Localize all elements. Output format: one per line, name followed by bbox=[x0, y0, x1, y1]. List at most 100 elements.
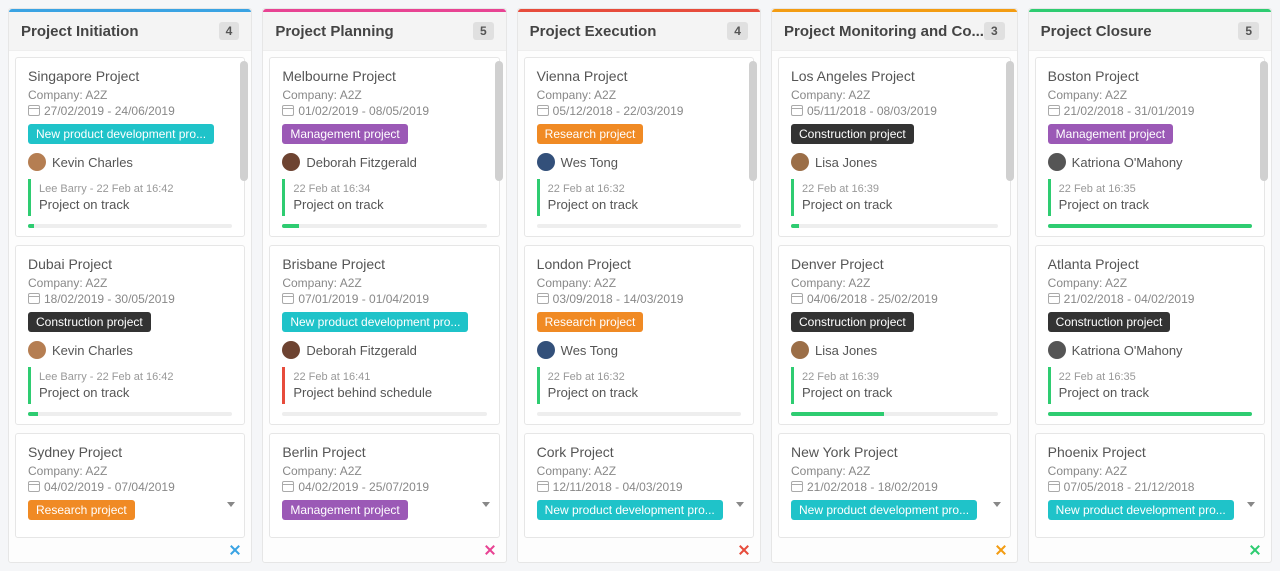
card-tag[interactable]: Management project bbox=[282, 124, 407, 144]
card-note: 22 Feb at 16:35Project on track bbox=[1048, 367, 1252, 404]
progress-fill bbox=[791, 224, 799, 228]
project-card[interactable]: Vienna ProjectCompany: A2Z05/12/2018 - 2… bbox=[524, 57, 754, 237]
scrollbar-thumb[interactable] bbox=[749, 61, 757, 181]
card-tag[interactable]: New product development pro... bbox=[282, 312, 468, 332]
card-owner[interactable]: Deborah Fitzgerald bbox=[282, 341, 486, 359]
project-card[interactable]: Boston ProjectCompany: A2Z21/02/2018 - 3… bbox=[1035, 57, 1265, 237]
project-card[interactable]: Denver ProjectCompany: A2Z04/06/2018 - 2… bbox=[778, 245, 1011, 425]
scrollbar-thumb[interactable] bbox=[240, 61, 248, 181]
card-tag[interactable]: New product development pro... bbox=[28, 124, 214, 144]
project-card[interactable]: Los Angeles ProjectCompany: A2Z05/11/201… bbox=[778, 57, 1011, 237]
calendar-icon bbox=[282, 481, 294, 492]
expand-icon[interactable] bbox=[735, 542, 752, 559]
expand-icon[interactable] bbox=[481, 542, 498, 559]
card-title: Singapore Project bbox=[28, 68, 232, 84]
scrollbar[interactable] bbox=[495, 61, 503, 512]
card-company: Company: A2Z bbox=[791, 276, 998, 290]
scrollbar[interactable] bbox=[1260, 61, 1268, 512]
card-owner[interactable]: Wes Tong bbox=[537, 153, 741, 171]
card-tag[interactable]: New product development pro... bbox=[537, 500, 723, 520]
scrollbar[interactable] bbox=[1006, 61, 1014, 512]
kanban-board: Project Initiation4Singapore ProjectComp… bbox=[8, 8, 1272, 563]
card-company: Company: A2Z bbox=[28, 464, 232, 478]
scrollbar-thumb[interactable] bbox=[1260, 61, 1268, 181]
column-header[interactable]: Project Closure5 bbox=[1029, 12, 1271, 51]
project-card[interactable]: Sydney ProjectCompany: A2Z04/02/2019 - 0… bbox=[15, 433, 245, 538]
card-owner[interactable]: Kevin Charles bbox=[28, 153, 232, 171]
column-header[interactable]: Project Initiation4 bbox=[9, 12, 251, 51]
card-tag[interactable]: Management project bbox=[282, 500, 407, 520]
progress-bar bbox=[282, 412, 486, 416]
column-header[interactable]: Project Planning5 bbox=[263, 12, 505, 51]
project-card[interactable]: Dubai ProjectCompany: A2Z18/02/2019 - 30… bbox=[15, 245, 245, 425]
owner-name: Deborah Fitzgerald bbox=[306, 155, 417, 170]
project-card[interactable]: Atlanta ProjectCompany: A2Z21/02/2018 - … bbox=[1035, 245, 1265, 425]
card-note: 22 Feb at 16:41Project behind schedule bbox=[282, 367, 486, 404]
card-tag[interactable]: Research project bbox=[537, 124, 644, 144]
calendar-icon bbox=[537, 481, 549, 492]
card-tag[interactable]: Construction project bbox=[791, 124, 914, 144]
card-owner[interactable]: Lisa Jones bbox=[791, 341, 998, 359]
scrollbar[interactable] bbox=[240, 61, 248, 512]
scrollbar-thumb[interactable] bbox=[1006, 61, 1014, 181]
note-meta: 22 Feb at 16:39 bbox=[802, 183, 990, 195]
owner-name: Lisa Jones bbox=[815, 155, 877, 170]
progress-bar bbox=[282, 224, 486, 228]
chevron-down-icon[interactable] bbox=[1247, 502, 1255, 507]
card-title: London Project bbox=[537, 256, 741, 272]
avatar bbox=[791, 341, 809, 359]
project-card[interactable]: New York ProjectCompany: A2Z21/02/2018 -… bbox=[778, 433, 1011, 538]
chevron-down-icon[interactable] bbox=[736, 502, 744, 507]
expand-icon[interactable] bbox=[992, 542, 1009, 559]
card-title: Atlanta Project bbox=[1048, 256, 1252, 272]
card-tag[interactable]: Research project bbox=[28, 500, 135, 520]
column-footer bbox=[1249, 544, 1261, 556]
chevron-down-icon[interactable] bbox=[227, 502, 235, 507]
owner-name: Kevin Charles bbox=[52, 155, 133, 170]
note-text: Project on track bbox=[1059, 197, 1244, 212]
card-tag[interactable]: Construction project bbox=[28, 312, 151, 332]
card-tag[interactable]: Construction project bbox=[1048, 312, 1171, 332]
project-card[interactable]: Berlin ProjectCompany: A2Z04/02/2019 - 2… bbox=[269, 433, 499, 538]
card-company: Company: A2Z bbox=[537, 88, 741, 102]
progress-fill bbox=[1048, 224, 1252, 228]
progress-bar bbox=[537, 412, 741, 416]
card-owner[interactable]: Katriona O'Mahony bbox=[1048, 153, 1252, 171]
card-title: Dubai Project bbox=[28, 256, 232, 272]
project-card[interactable]: London ProjectCompany: A2Z03/09/2018 - 1… bbox=[524, 245, 754, 425]
card-owner[interactable]: Lisa Jones bbox=[791, 153, 998, 171]
expand-icon[interactable] bbox=[227, 542, 244, 559]
project-card[interactable]: Cork ProjectCompany: A2Z12/11/2018 - 04/… bbox=[524, 433, 754, 538]
expand-icon[interactable] bbox=[1247, 542, 1264, 559]
project-card[interactable]: Brisbane ProjectCompany: A2Z07/01/2019 -… bbox=[269, 245, 499, 425]
kanban-column: Project Initiation4Singapore ProjectComp… bbox=[8, 8, 252, 563]
chevron-down-icon[interactable] bbox=[993, 502, 1001, 507]
chevron-down-icon[interactable] bbox=[482, 502, 490, 507]
scrollbar[interactable] bbox=[749, 61, 757, 512]
note-meta: 22 Feb at 16:32 bbox=[548, 183, 733, 195]
card-date-range: 05/11/2018 - 08/03/2019 bbox=[791, 104, 998, 118]
project-card[interactable]: Singapore ProjectCompany: A2Z27/02/2019 … bbox=[15, 57, 245, 237]
card-tag[interactable]: New product development pro... bbox=[1048, 500, 1234, 520]
card-owner[interactable]: Deborah Fitzgerald bbox=[282, 153, 486, 171]
card-tag[interactable]: New product development pro... bbox=[791, 500, 977, 520]
card-tag[interactable]: Construction project bbox=[791, 312, 914, 332]
project-card[interactable]: Melbourne ProjectCompany: A2Z01/02/2019 … bbox=[269, 57, 499, 237]
column-header[interactable]: Project Execution4 bbox=[518, 12, 760, 51]
card-title: Denver Project bbox=[791, 256, 998, 272]
column-title: Project Monitoring and Co... bbox=[784, 23, 984, 40]
project-card[interactable]: Phoenix ProjectCompany: A2Z07/05/2018 - … bbox=[1035, 433, 1265, 538]
card-note: 22 Feb at 16:32Project on track bbox=[537, 367, 741, 404]
column-header[interactable]: Project Monitoring and Co...3 bbox=[772, 12, 1017, 51]
card-tag[interactable]: Research project bbox=[537, 312, 644, 332]
calendar-icon bbox=[791, 105, 803, 116]
scrollbar-thumb[interactable] bbox=[495, 61, 503, 181]
owner-name: Katriona O'Mahony bbox=[1072, 155, 1183, 170]
card-owner[interactable]: Katriona O'Mahony bbox=[1048, 341, 1252, 359]
card-tag[interactable]: Management project bbox=[1048, 124, 1173, 144]
avatar bbox=[537, 341, 555, 359]
progress-bar bbox=[791, 224, 998, 228]
card-company: Company: A2Z bbox=[791, 88, 998, 102]
card-owner[interactable]: Wes Tong bbox=[537, 341, 741, 359]
card-owner[interactable]: Kevin Charles bbox=[28, 341, 232, 359]
